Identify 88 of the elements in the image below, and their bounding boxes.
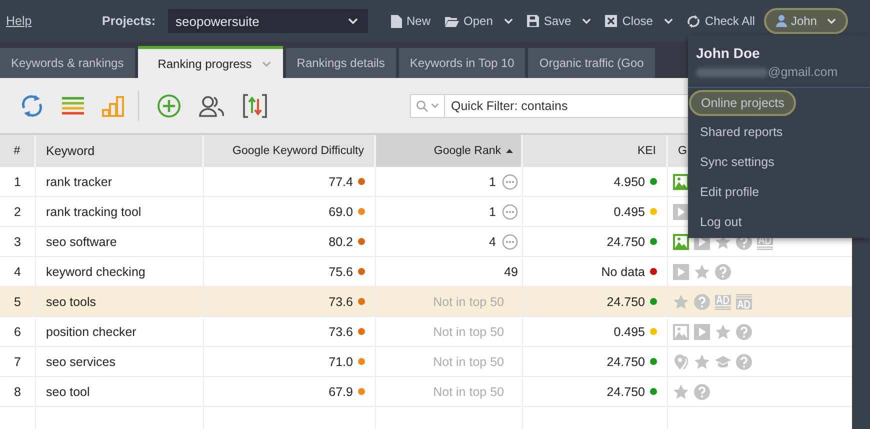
tab[interactable]: Keywords & rankings bbox=[0, 48, 135, 78]
refresh-icon bbox=[686, 14, 700, 28]
save-icon bbox=[526, 15, 539, 27]
difficulty-value: 69.0 bbox=[328, 204, 353, 218]
keyword-cell: seo services bbox=[46, 354, 116, 368]
row-number: 6 bbox=[14, 324, 21, 338]
table-row[interactable]: 8 seo tool 67.9 Not in top 50 24.750 bbox=[0, 377, 852, 407]
rank-value: 4 bbox=[489, 234, 496, 248]
menu-item[interactable]: Shared reports bbox=[688, 117, 870, 147]
file-icon bbox=[390, 14, 402, 28]
keyword-cell: rank tracker bbox=[46, 174, 112, 188]
table-row[interactable]: 7 seo services 71.0 Not in top 50 24.750 bbox=[0, 347, 852, 377]
kei-value: 0.495 bbox=[614, 204, 645, 218]
row-number: 7 bbox=[14, 354, 21, 368]
sort-up-icon bbox=[506, 149, 513, 153]
kei-value: 24.750 bbox=[606, 294, 645, 308]
users-icon[interactable] bbox=[199, 94, 225, 116]
save-button[interactable]: Save bbox=[520, 7, 598, 35]
tab[interactable]: Ranking progress bbox=[138, 46, 283, 78]
caret-icon bbox=[826, 18, 836, 24]
column-header[interactable]: KEI bbox=[523, 135, 668, 167]
kei-value: 4.950 bbox=[614, 174, 645, 188]
sort-arrows-icon[interactable] bbox=[243, 94, 267, 118]
kei-value: 0.495 bbox=[614, 324, 645, 338]
user-button[interactable]: John bbox=[764, 8, 848, 34]
refresh-icon[interactable] bbox=[20, 94, 44, 118]
table-row[interactable]: 6 position checker 73.6 Not in top 50 0.495 bbox=[0, 317, 852, 347]
search-icon bbox=[416, 100, 428, 112]
tab[interactable]: Organic traffic (Goo bbox=[528, 48, 655, 78]
column-header[interactable]: Google Rank bbox=[376, 135, 523, 167]
close-icon bbox=[605, 15, 618, 27]
user-name: John Doe bbox=[695, 44, 761, 61]
difficulty-value: 75.6 bbox=[328, 264, 353, 278]
keyword-cell: rank tracking tool bbox=[46, 204, 142, 218]
search-options-button[interactable] bbox=[410, 94, 445, 118]
kei-value: No data bbox=[601, 264, 645, 278]
row-number: 4 bbox=[14, 264, 21, 278]
keyword-cell: seo tools bbox=[46, 294, 96, 308]
difficulty-value: 67.9 bbox=[328, 384, 353, 398]
column-header[interactable]: # bbox=[0, 135, 36, 167]
project-select[interactable]: seopowersuite bbox=[168, 9, 368, 33]
bar-chart-icon[interactable] bbox=[102, 94, 124, 116]
keyword-cell: seo software bbox=[46, 234, 117, 248]
row-number: 3 bbox=[14, 234, 21, 248]
user-icon bbox=[776, 15, 787, 27]
user-email: @gmail.com bbox=[768, 65, 838, 79]
rank-value: 1 bbox=[489, 204, 496, 218]
help-menu[interactable]: Help bbox=[6, 14, 102, 28]
difficulty-value: 77.4 bbox=[328, 174, 353, 188]
new-button[interactable]: New bbox=[384, 7, 438, 35]
difficulty-value: 73.6 bbox=[328, 324, 353, 338]
row-number: 1 bbox=[14, 174, 21, 188]
add-icon[interactable] bbox=[157, 94, 181, 118]
open-button[interactable]: Open bbox=[438, 7, 520, 35]
kei-value: 24.750 bbox=[606, 234, 645, 248]
rank-value: Not in top 50 bbox=[433, 294, 504, 308]
difficulty-value: 73.6 bbox=[328, 294, 353, 308]
close-button[interactable]: Close bbox=[598, 7, 680, 35]
more-icon[interactable] bbox=[502, 174, 518, 190]
keyword-cell: position checker bbox=[46, 324, 136, 338]
row-number: 8 bbox=[14, 384, 21, 398]
caret-icon bbox=[348, 18, 358, 24]
rank-value: 1 bbox=[489, 174, 496, 188]
rank-value: 49 bbox=[504, 264, 518, 278]
kei-value: 24.750 bbox=[606, 354, 645, 368]
tab[interactable]: Keywords in Top 10 bbox=[398, 48, 526, 78]
redaction-blur bbox=[696, 68, 768, 76]
table-row[interactable]: 5 seo tools 73.6 Not in top 50 24.750 bbox=[0, 287, 852, 317]
keyword-cell: keyword checking bbox=[46, 264, 146, 278]
row-number: 5 bbox=[14, 294, 21, 308]
difficulty-value: 71.0 bbox=[328, 354, 353, 368]
projects-label: Projects: bbox=[102, 14, 156, 28]
menu-item[interactable]: Online projects bbox=[689, 90, 796, 116]
row-number: 2 bbox=[14, 204, 21, 218]
kei-value: 24.750 bbox=[606, 384, 645, 398]
check-button[interactable]: Check All bbox=[680, 7, 762, 35]
keyword-cell: seo tool bbox=[46, 384, 90, 398]
list-icon[interactable] bbox=[62, 96, 84, 116]
tab[interactable]: Rankings details bbox=[286, 48, 396, 78]
difficulty-value: 80.2 bbox=[328, 234, 353, 248]
more-icon[interactable] bbox=[502, 204, 518, 220]
more-icon[interactable] bbox=[502, 234, 518, 250]
rank-value: Not in top 50 bbox=[433, 324, 504, 338]
caret-icon bbox=[431, 103, 439, 108]
rank-value: Not in top 50 bbox=[433, 384, 504, 398]
column-header[interactable]: Keyword bbox=[36, 135, 204, 167]
folder-icon bbox=[444, 16, 459, 26]
rank-value: Not in top 50 bbox=[433, 354, 504, 368]
